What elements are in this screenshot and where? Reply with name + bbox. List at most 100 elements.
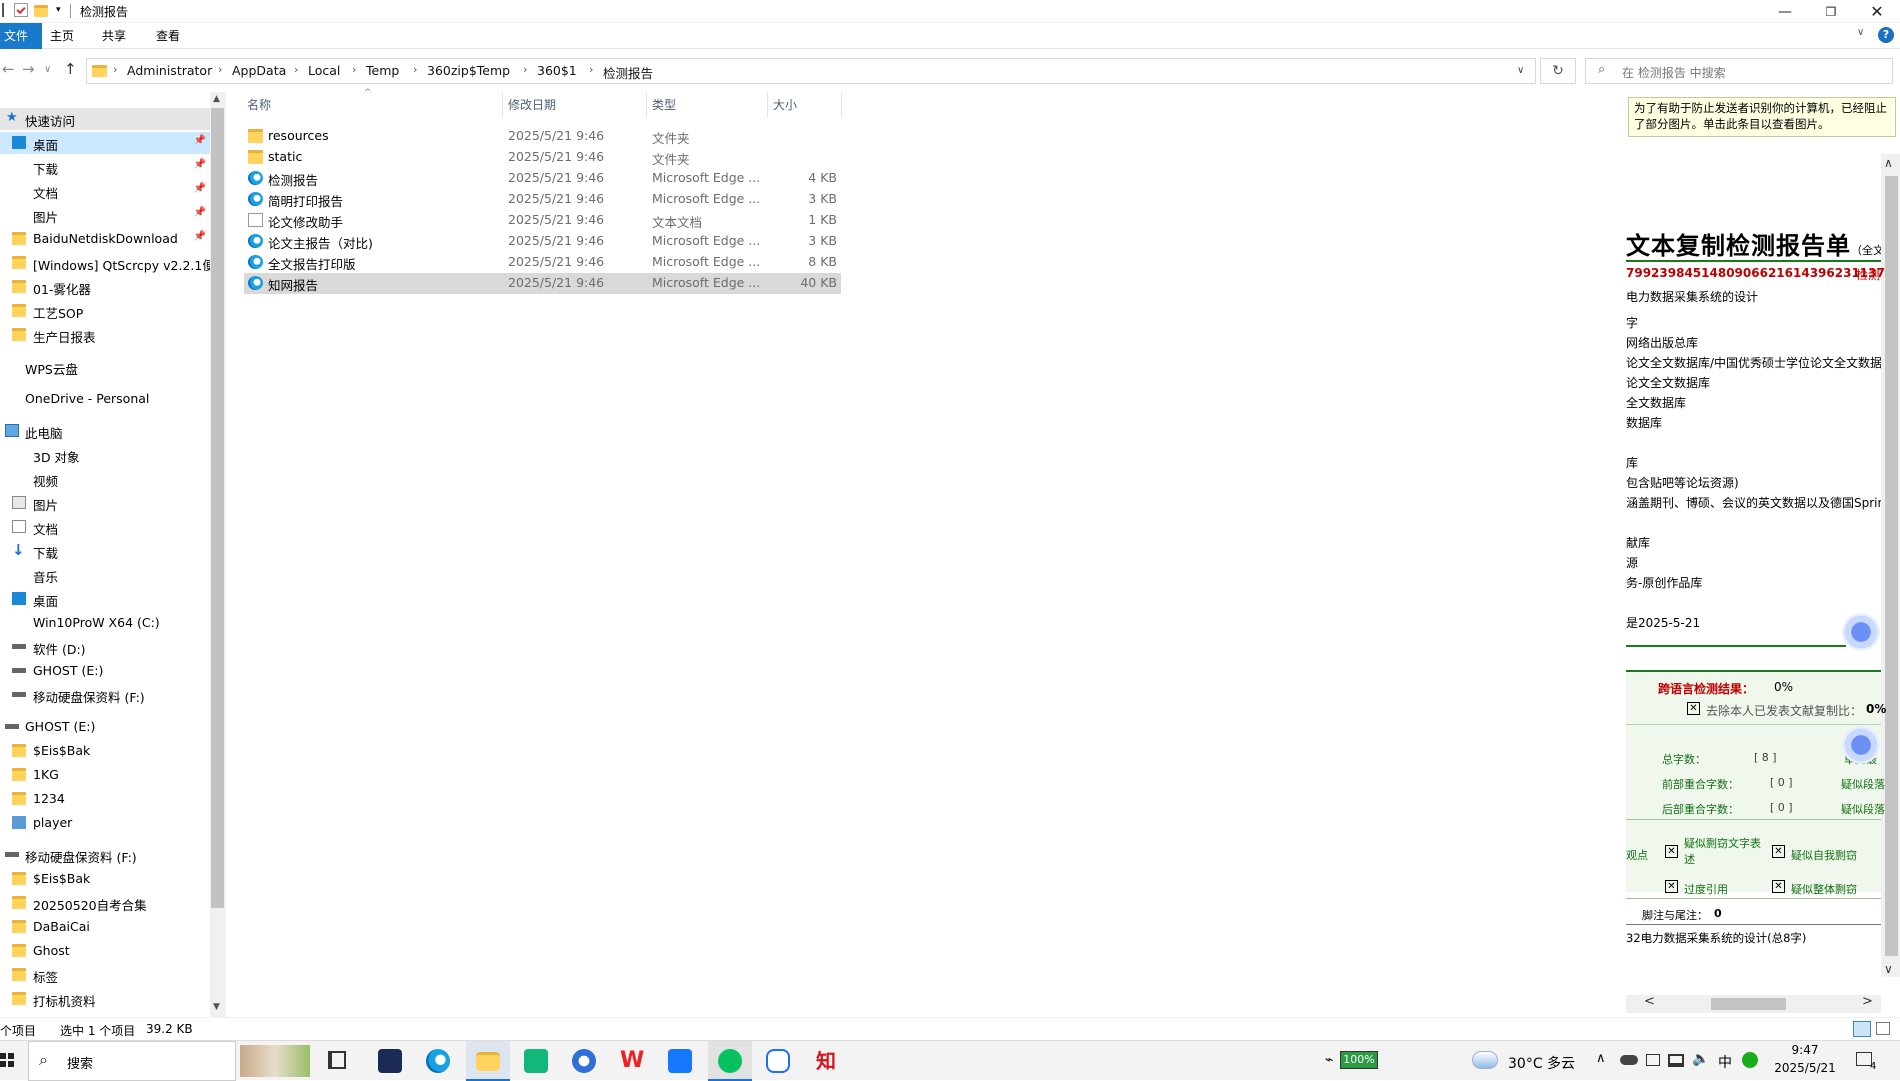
sidebar-item-onedrive[interactable]: OneDrive - Personal: [0, 388, 210, 410]
crumb-local[interactable]: Local: [308, 63, 340, 78]
scroll-right-icon[interactable]: >: [1862, 994, 1873, 1009]
pin-icon[interactable]: 📌: [194, 231, 206, 242]
forward-button[interactable]: →: [22, 60, 35, 78]
path-dropdown-icon[interactable]: ∨: [1517, 65, 1524, 76]
feishu-icon[interactable]: [668, 1049, 692, 1073]
sidebar-item-ghost[interactable]: GHOST (E:): [0, 716, 210, 738]
pin-icon[interactable]: 📌: [194, 183, 206, 194]
crumb-temp[interactable]: Temp: [366, 63, 399, 78]
large-icons-view-icon[interactable]: [1876, 1022, 1890, 1035]
sidebar-item-pc-downloads[interactable]: ↓ 下载: [0, 540, 210, 562]
sidebar-item-labels[interactable]: 标签: [0, 964, 210, 986]
edge-taskbar-icon[interactable]: [426, 1049, 450, 1073]
file-row[interactable]: 检测报告 2025/5/21 9:46 Microsoft Edge ... 4 KB: [244, 168, 841, 189]
pin-icon[interactable]: 📌: [194, 159, 206, 170]
tab-file[interactable]: 文件: [0, 23, 43, 49]
checkbox-icon[interactable]: ✕: [1772, 880, 1785, 893]
sidebar-item-documents[interactable]: 文档 📌: [0, 180, 210, 202]
sidebar-item-atomizer[interactable]: 01-雾化器: [0, 276, 210, 298]
tab-home[interactable]: 主页: [38, 23, 86, 49]
pin-icon[interactable]: 📌: [194, 135, 206, 146]
blocked-images-notice[interactable]: 为了有助于防止发送者识别你的计算机，已经阻止了部分图片。单击此条目以查看图片。: [1628, 97, 1896, 137]
column-divider[interactable]: [502, 92, 503, 118]
baidu-netdisk-icon[interactable]: [766, 1049, 790, 1073]
new-folder-icon[interactable]: [34, 5, 48, 17]
cnki-icon[interactable]: 知: [814, 1049, 838, 1073]
wps-icon[interactable]: W: [620, 1049, 644, 1073]
search-highlight-image[interactable]: [240, 1045, 310, 1077]
scroll-up-icon[interactable]: ▲: [213, 94, 220, 104]
browser-icon[interactable]: [572, 1049, 596, 1073]
column-date[interactable]: 修改日期: [508, 96, 556, 113]
properties-icon[interactable]: [14, 3, 28, 17]
system-menu-icon[interactable]: [2, 3, 10, 17]
app-icon[interactable]: [378, 1049, 402, 1073]
sidebar-item-music[interactable]: 音乐: [0, 564, 210, 586]
drive-tray-icon[interactable]: [1646, 1054, 1660, 1066]
file-row-selected[interactable]: 知网报告 2025/5/21 9:46 Microsoft Edge ... 40 K…: [244, 273, 841, 294]
column-type[interactable]: 类型: [652, 96, 676, 113]
sidebar-item-1234[interactable]: 1234: [0, 788, 210, 810]
expand-ribbon-icon[interactable]: ∨: [1857, 27, 1864, 38]
scroll-down-icon[interactable]: ▼: [213, 1002, 220, 1012]
crumb-current[interactable]: 检测报告: [603, 63, 653, 82]
file-row[interactable]: 简明打印报告 2025/5/21 9:46 Microsoft Edge ... 3 …: [244, 189, 841, 210]
scroll-down-icon[interactable]: ∨: [1884, 962, 1893, 976]
sync-icon[interactable]: [1742, 1052, 1758, 1068]
sidebar-item-eisbak[interactable]: $Eis$Bak: [0, 740, 210, 762]
sidebar-item-pictures[interactable]: 图片 📌: [0, 204, 210, 226]
sidebar-item-baidu[interactable]: BaiduNetdiskDownload 📌: [0, 228, 210, 250]
sidebar-item-drive-f[interactable]: 移动硬盘保资料 (F:): [0, 684, 210, 706]
scroll-up-icon[interactable]: ∧: [1884, 156, 1893, 170]
details-view-icon[interactable]: [1853, 1021, 1871, 1037]
recent-dropdown-icon[interactable]: ∨: [44, 64, 51, 75]
file-row[interactable]: resources 2025/5/21 9:46 文件夹: [244, 126, 841, 147]
preview-hscroll-thumb[interactable]: [1711, 998, 1786, 1010]
tab-view[interactable]: 查看: [144, 23, 192, 49]
power-plug-icon[interactable]: ⌁: [1325, 1052, 1333, 1068]
sidebar-item-this-pc[interactable]: 此电脑: [0, 420, 210, 442]
checkbox-icon[interactable]: ✕: [1687, 702, 1700, 715]
network-icon[interactable]: [1668, 1054, 1684, 1067]
task-view-icon[interactable]: [328, 1051, 346, 1069]
start-icon[interactable]: [0, 1053, 14, 1067]
close-button[interactable]: ✕: [1854, 0, 1900, 23]
checkbox-icon[interactable]: ✕: [1772, 845, 1785, 858]
sidebar-item-wps[interactable]: WPS云盘: [0, 356, 210, 378]
sidebar-item-player[interactable]: player: [0, 812, 210, 834]
weather-icon[interactable]: [1472, 1051, 1498, 1069]
taskbar-search[interactable]: ⌕ 搜索: [28, 1041, 236, 1081]
sidebar-item-qtscrcpy[interactable]: [Windows] QtScrcpy v2.2.1便携: [0, 252, 210, 274]
help-icon[interactable]: ?: [1878, 27, 1894, 43]
floating-assistant-icon[interactable]: [1842, 613, 1880, 651]
app-green-icon[interactable]: [524, 1049, 548, 1073]
sidebar-item-pc-desktop[interactable]: 桌面: [0, 588, 210, 610]
clock-date[interactable]: 2025/5/21: [1770, 1061, 1840, 1075]
sidebar-item-1kg[interactable]: 1KG: [0, 764, 210, 786]
sidebar-item-drive-e[interactable]: GHOST (E:): [0, 660, 210, 682]
chevron-down-icon[interactable]: ▾: [56, 5, 70, 19]
sidebar-item-downloads[interactable]: 下载 📌: [0, 156, 210, 178]
checkbox-icon[interactable]: ✕: [1665, 845, 1678, 858]
sidebar-item-drive-d[interactable]: 软件 (D:): [0, 636, 210, 658]
back-button[interactable]: ←: [2, 60, 15, 78]
weather-text[interactable]: 30°C 多云: [1508, 1053, 1575, 1073]
crumb-360zip-temp[interactable]: 360zip$Temp: [427, 63, 510, 78]
file-row[interactable]: 全文报告打印版 2025/5/21 9:46 Microsoft Edge ... 8…: [244, 252, 841, 273]
sidebar-item-3d[interactable]: 3D 对象: [0, 444, 210, 466]
up-button[interactable]: ↑: [64, 60, 77, 78]
maximize-button[interactable]: ❐: [1808, 0, 1854, 23]
sidebar-item-dabaicai[interactable]: DaBaiCai: [0, 916, 210, 938]
sidebar-item-exam[interactable]: 20250520自考合集: [0, 892, 210, 914]
minimize-button[interactable]: —: [1762, 0, 1808, 23]
checkbox-icon[interactable]: ✕: [1665, 880, 1678, 893]
sidebar-item-marking[interactable]: 打标机资料: [0, 988, 210, 1010]
sidebar-item-sop[interactable]: 工艺SOP: [0, 300, 210, 322]
tray-expand-icon[interactable]: ∧: [1596, 1051, 1606, 1066]
column-size[interactable]: 大小: [773, 96, 797, 113]
sidebar-item-pc-documents[interactable]: 文档: [0, 516, 210, 538]
file-row[interactable]: static 2025/5/21 9:46 文件夹: [244, 147, 841, 168]
crumb-administrator[interactable]: Administrator: [127, 63, 212, 78]
tab-share[interactable]: 共享: [90, 23, 138, 49]
column-divider[interactable]: [841, 92, 842, 118]
